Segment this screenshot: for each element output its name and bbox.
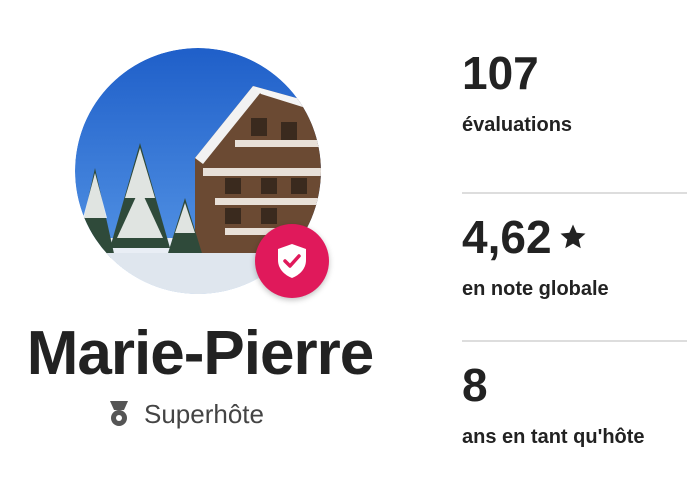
stat-rating[interactable]: 4,62 en note globale — [462, 192, 687, 340]
shield-check-icon — [278, 244, 306, 278]
stat-reviews[interactable]: 107 évaluations — [462, 46, 687, 192]
rating-value: 4,62 — [462, 211, 552, 263]
host-identity: Marie-Pierre Superhôte — [0, 0, 440, 500]
stat-years-hosting[interactable]: 8 ans en tant qu'hôte — [462, 340, 687, 488]
years-hosting-value: 8 — [462, 359, 488, 411]
avatar-container[interactable] — [75, 48, 329, 298]
rating-caption: en note globale — [462, 278, 609, 300]
reviews-caption: évaluations — [462, 114, 573, 136]
years-hosting: 8 — [462, 358, 687, 412]
host-stats: 107 évaluations 4,62 en note globale 8 a… — [462, 46, 687, 488]
host-name: Marie-Pierre — [26, 319, 374, 388]
reviews-count-value: 107 — [462, 47, 539, 99]
years-hosting-caption: ans en tant qu'hôte — [462, 426, 645, 448]
rating: 4,62 — [462, 210, 687, 264]
host-profile-card: Marie-Pierre Superhôte 107 évaluations 4… — [0, 0, 700, 500]
superhost-status: Superhôte — [108, 396, 264, 432]
reviews-count: 107 — [462, 46, 687, 100]
superhost-label: Superhôte — [144, 398, 264, 429]
star-icon — [560, 224, 586, 249]
superhost-medal-icon — [110, 401, 128, 426]
verified-badge[interactable] — [255, 224, 329, 298]
